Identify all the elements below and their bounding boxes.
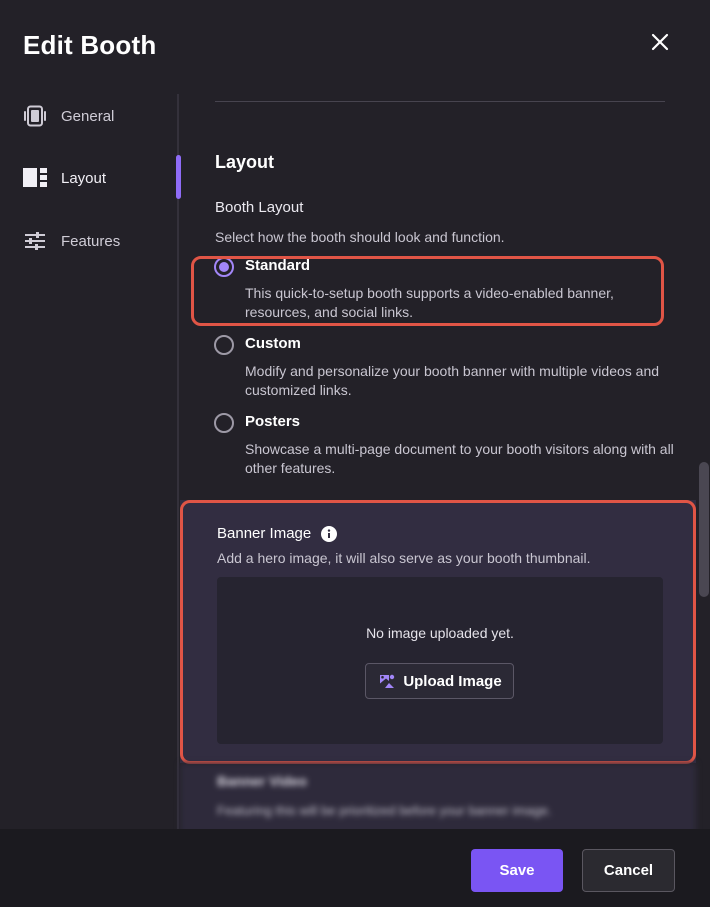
- dialog-title: Edit Booth: [23, 30, 157, 60]
- sidebar-item-general[interactable]: General: [22, 101, 114, 131]
- image-upload-area[interactable]: No image uploaded yet. Upload Image: [217, 577, 663, 744]
- scrollbar-thumb[interactable]: [699, 462, 709, 597]
- option-description: Showcase a multi-page document to your b…: [245, 441, 674, 476]
- option-description: Modify and personalize your booth banner…: [245, 363, 660, 398]
- option-title: Standard: [245, 257, 311, 274]
- booth-layout-description: Select how the booth should look and fun…: [215, 229, 505, 245]
- close-button[interactable]: [645, 28, 675, 58]
- sidebar-item-label: General: [61, 107, 115, 125]
- sidebar-item-layout[interactable]: Layout: [22, 163, 106, 193]
- layout-option-custom[interactable]: Custom Modify and personalize your booth…: [214, 335, 674, 398]
- banner-video-description: Featuring this will be prioritized befor…: [217, 803, 552, 818]
- option-description: This quick-to-setup booth supports a vid…: [245, 285, 614, 320]
- banner-video-label: Banner Video: [217, 773, 307, 789]
- banner-image-label: Banner Image: [217, 525, 338, 542]
- layout-option-standard[interactable]: Standard This quick-to-setup booth suppo…: [214, 257, 674, 320]
- upload-image-button[interactable]: Upload Image: [365, 663, 514, 699]
- sidebar-item-features[interactable]: Features: [22, 226, 120, 256]
- radio-button[interactable]: [214, 413, 234, 433]
- banner-image-description: Add a hero image, it will also serve as …: [217, 550, 591, 566]
- sliders-icon: [22, 228, 48, 254]
- booth-icon: [22, 103, 48, 129]
- section-divider: [215, 101, 665, 102]
- layout-icon: [22, 165, 48, 191]
- image-upload-icon: [380, 674, 395, 688]
- layout-option-posters[interactable]: Posters Showcase a multi-page document t…: [214, 413, 674, 476]
- banner-image-label-text: Banner Image: [217, 525, 312, 542]
- save-button[interactable]: Save: [471, 849, 563, 892]
- radio-button[interactable]: [214, 257, 234, 277]
- booth-layout-label: Booth Layout: [215, 199, 304, 216]
- upload-image-label: Upload Image: [403, 672, 502, 690]
- active-tab-indicator: [176, 155, 181, 199]
- sidebar-item-label: Features: [61, 232, 121, 250]
- option-title: Posters: [245, 413, 301, 430]
- section-heading: Layout: [215, 152, 275, 172]
- close-icon: [651, 33, 669, 51]
- radio-button[interactable]: [214, 335, 234, 355]
- cancel-button[interactable]: Cancel: [582, 849, 675, 892]
- sidebar-track: [177, 94, 179, 834]
- info-icon[interactable]: [321, 525, 338, 542]
- sidebar-item-label: Layout: [61, 169, 107, 187]
- no-image-text: No image uploaded yet.: [366, 625, 514, 641]
- option-title: Custom: [245, 335, 301, 352]
